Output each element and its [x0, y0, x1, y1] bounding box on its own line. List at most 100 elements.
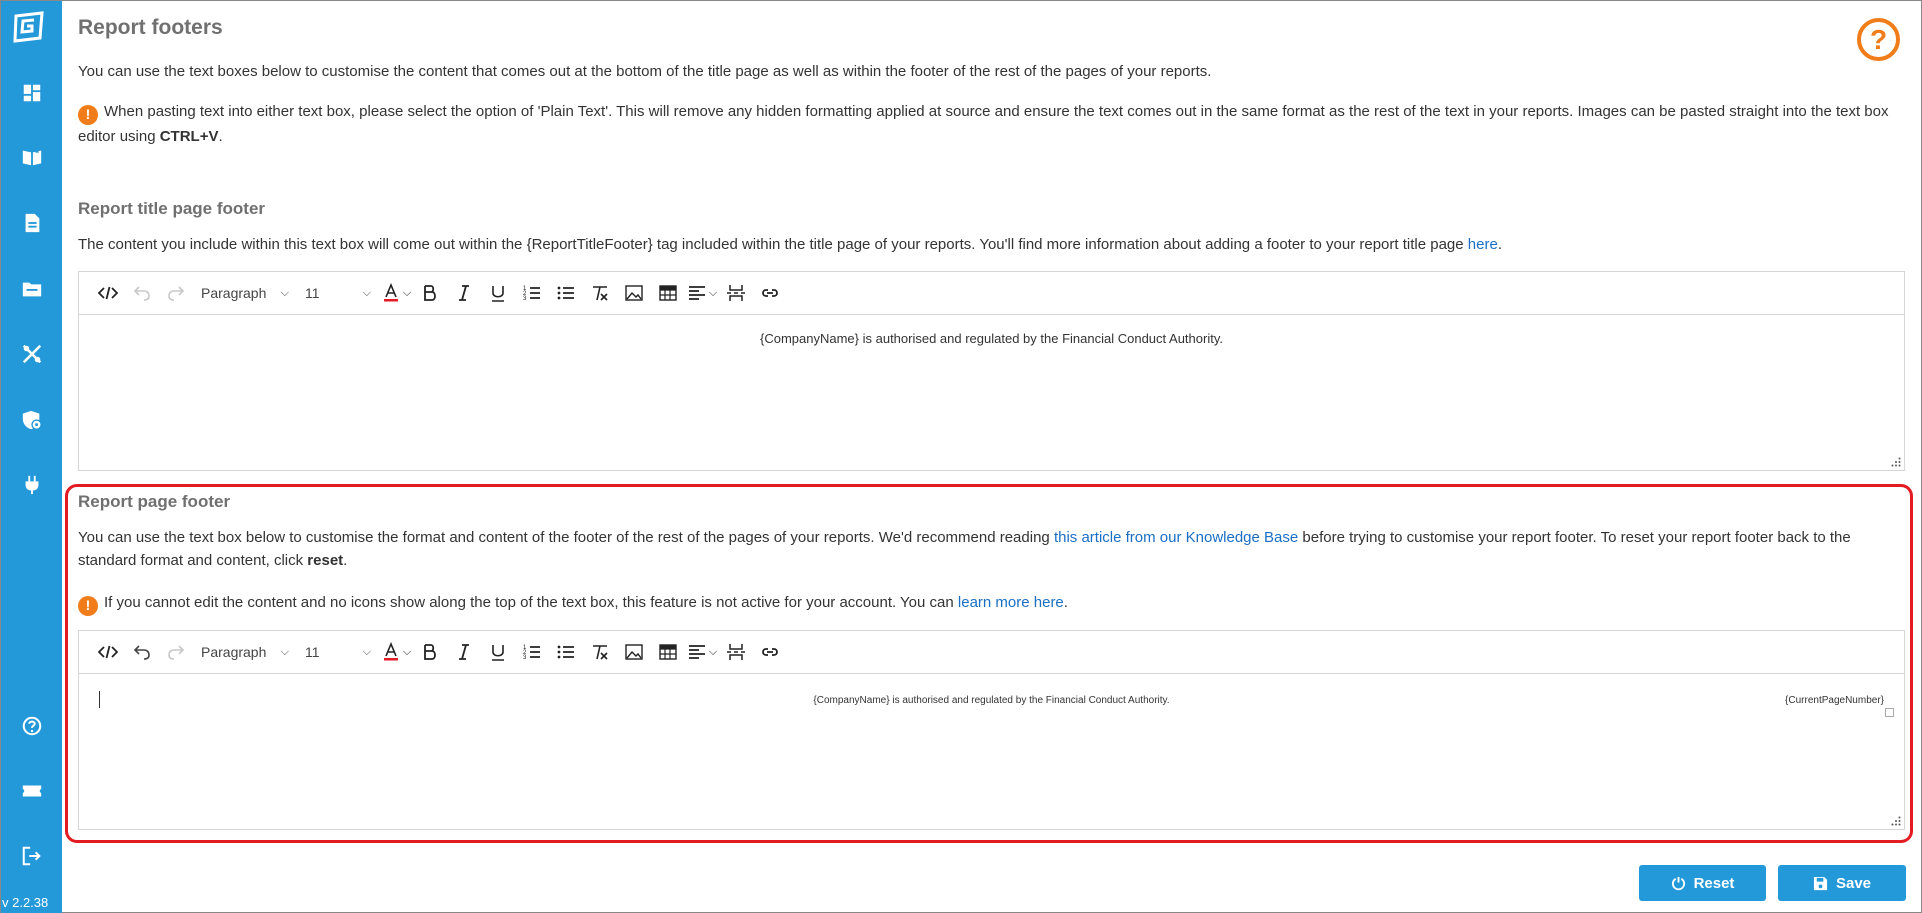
- title-footer-help-link[interactable]: here: [1468, 236, 1498, 253]
- insert-table-button[interactable]: [651, 278, 685, 308]
- title-footer-content[interactable]: {CompanyName} is authorised and regulate…: [79, 315, 1904, 470]
- chevron-down-icon: ⌵: [280, 286, 289, 299]
- redo-button[interactable]: [159, 278, 193, 308]
- insert-link-button[interactable]: [753, 278, 787, 308]
- sidebar-item-logout[interactable]: [1, 836, 62, 876]
- app-logo[interactable]: [12, 10, 46, 44]
- bold-icon: [424, 644, 436, 660]
- bold-button[interactable]: [413, 637, 447, 667]
- underline-button[interactable]: [481, 278, 515, 308]
- page-footer-description: You can use the text box below to custom…: [78, 529, 1851, 569]
- learn-more-link[interactable]: learn more here: [958, 594, 1064, 611]
- image-icon: [625, 644, 643, 660]
- code-icon: [98, 645, 118, 659]
- sidebar-item-support-ticket[interactable]: [1, 771, 62, 811]
- app-version: v 2.2.38: [2, 895, 49, 910]
- underline-icon: [492, 286, 504, 302]
- help-icon: [22, 716, 41, 736]
- clear-format-icon: [593, 286, 608, 301]
- save-button[interactable]: Save: [1778, 865, 1906, 901]
- table-resize-handle[interactable]: [1885, 708, 1894, 717]
- sidebar-item-dashboard[interactable]: [1, 73, 62, 113]
- undo-button[interactable]: [125, 278, 159, 308]
- ordered-list-button[interactable]: 123: [515, 278, 549, 308]
- align-dropdown[interactable]: ⌵: [685, 637, 719, 667]
- unordered-list-button[interactable]: [549, 278, 583, 308]
- title-footer-editor: Paragraph ⌵ 11 ⌵ ⌵ 123 ⌵ {CompanyName} is …: [78, 271, 1905, 471]
- bold-button[interactable]: [413, 278, 447, 308]
- clear-format-button[interactable]: [583, 637, 617, 667]
- sidebar-item-knowledge[interactable]: [1, 137, 62, 177]
- knowledge-base-article-link[interactable]: this article from our Knowledge Base: [1054, 529, 1298, 546]
- page-break-icon: [727, 285, 745, 301]
- undo-icon: [133, 645, 150, 660]
- chevron-down-icon: ⌵: [708, 286, 718, 299]
- paste-shortcut: CTRL+V: [159, 127, 219, 145]
- sidebar-item-help[interactable]: [1, 706, 62, 746]
- font-size-dropdown[interactable]: 11 ⌵: [297, 278, 379, 308]
- sidebar-item-folders[interactable]: [1, 269, 62, 309]
- align-left-icon: [688, 645, 705, 659]
- plug-icon: [25, 475, 38, 495]
- resize-grip-icon[interactable]: [1891, 816, 1901, 826]
- redo-button[interactable]: [159, 637, 193, 667]
- resize-grip-icon[interactable]: [1891, 457, 1901, 467]
- unordered-list-button[interactable]: [549, 637, 583, 667]
- image-icon: [625, 285, 643, 301]
- title-footer-heading: Report title page footer: [78, 199, 266, 218]
- source-code-button[interactable]: [91, 637, 125, 667]
- block-format-dropdown[interactable]: Paragraph ⌵: [193, 637, 297, 667]
- insert-image-button[interactable]: [617, 637, 651, 667]
- knowledge-book-icon: [22, 148, 41, 166]
- align-dropdown[interactable]: ⌵: [685, 278, 719, 308]
- reset-icon: [1671, 876, 1685, 890]
- tools-icon: [22, 344, 41, 364]
- unordered-list-icon: [557, 645, 574, 659]
- block-format-dropdown[interactable]: Paragraph ⌵: [193, 278, 297, 308]
- reset-button[interactable]: Reset: [1639, 865, 1766, 901]
- italic-button[interactable]: [447, 278, 481, 308]
- table-icon: [659, 644, 677, 660]
- table-icon: [659, 285, 677, 301]
- clear-format-icon: [593, 645, 608, 660]
- title-footer-text: {CompanyName} is authorised and regulate…: [760, 331, 1223, 346]
- underline-icon: [492, 645, 504, 661]
- page-footer-content[interactable]: {CompanyName} is authorised and regulate…: [79, 674, 1904, 829]
- paste-note: ! When pasting text into either text box,…: [78, 103, 1889, 145]
- page-break-button[interactable]: [719, 637, 753, 667]
- undo-button[interactable]: [125, 637, 159, 667]
- ordered-list-icon: 123: [523, 645, 540, 661]
- font-color-icon: [383, 283, 398, 302]
- italic-icon: [459, 644, 469, 660]
- font-color-button[interactable]: ⌵: [379, 278, 413, 308]
- chevron-down-icon: ⌵: [708, 645, 718, 658]
- page-footer-note: ! If you cannot edit the content and no i…: [78, 591, 1068, 616]
- insert-image-button[interactable]: [617, 278, 651, 308]
- editor-toolbar: Paragraph ⌵ 11 ⌵ ⌵ 123 ⌵: [79, 272, 1904, 315]
- font-color-button[interactable]: ⌵: [379, 637, 413, 667]
- page-break-button[interactable]: [719, 278, 753, 308]
- sidebar-item-integrations[interactable]: [1, 465, 62, 505]
- underline-button[interactable]: [481, 637, 515, 667]
- editor-toolbar: Paragraph ⌵ 11 ⌵ ⌵ 123 ⌵: [79, 631, 1904, 674]
- info-icon: !: [78, 595, 98, 616]
- insert-table-button[interactable]: [651, 637, 685, 667]
- page-footer-editor: Paragraph ⌵ 11 ⌵ ⌵ 123 ⌵ {CompanyName} is …: [78, 630, 1905, 830]
- chevron-down-icon: ⌵: [280, 645, 289, 658]
- source-code-button[interactable]: [91, 278, 125, 308]
- ordered-list-button[interactable]: 123: [515, 637, 549, 667]
- sidebar-item-documents[interactable]: [1, 203, 62, 243]
- clear-format-button[interactable]: [583, 278, 617, 308]
- chevron-down-icon: ⌵: [362, 286, 371, 299]
- font-color-icon: [383, 642, 398, 661]
- page-footer-heading: Report page footer: [78, 492, 231, 511]
- insert-link-button[interactable]: [753, 637, 787, 667]
- main-content: Report footers ? You can use the text bo…: [62, 1, 1921, 912]
- link-icon: [762, 289, 778, 297]
- sidebar-item-tools[interactable]: [1, 334, 62, 374]
- font-size-dropdown[interactable]: 11 ⌵: [297, 637, 379, 667]
- italic-button[interactable]: [447, 637, 481, 667]
- help-button[interactable]: ?: [1857, 18, 1900, 61]
- align-left-icon: [688, 286, 705, 300]
- sidebar-item-security[interactable]: [1, 400, 62, 440]
